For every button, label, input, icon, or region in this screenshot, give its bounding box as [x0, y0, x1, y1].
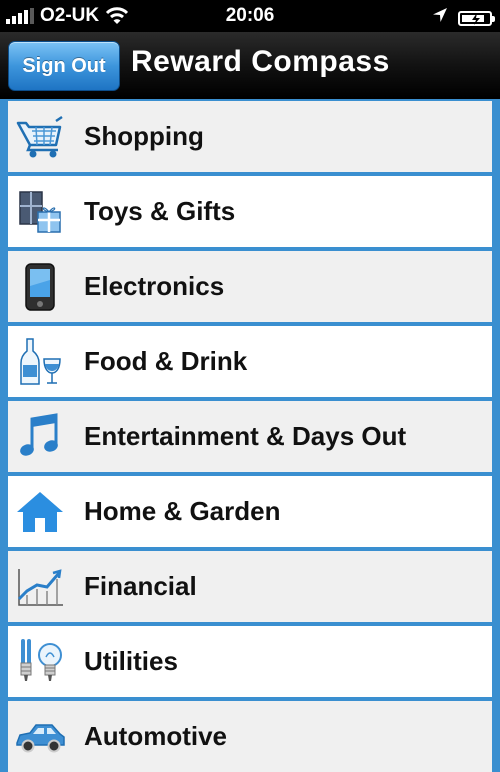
list-item-label: Electronics [84, 271, 225, 301]
list-item-electronics[interactable]: Electronics [8, 251, 492, 322]
sign-out-button[interactable]: Sign Out [8, 41, 120, 91]
music-note-icon [10, 407, 70, 467]
car-icon [10, 707, 70, 767]
charging-bolt-icon [472, 12, 480, 25]
list-item-financial[interactable]: Financial [8, 551, 492, 622]
list-item-label: Food & Drink [84, 346, 248, 376]
navigation-bar: Sign Out Reward Compass [0, 32, 500, 99]
graph-icon [10, 557, 70, 617]
battery-icon [458, 10, 495, 26]
list-item-home-garden[interactable]: Home & Garden [8, 476, 492, 547]
category-list: Shopping Toys & Gifts Electronics Food &… [0, 99, 500, 772]
list-item-food-drink[interactable]: Food & Drink [8, 326, 492, 397]
status-right [432, 7, 495, 29]
wine-icon [10, 332, 70, 392]
list-item-label: Home & Garden [84, 496, 281, 526]
list-item-label: Financial [84, 571, 197, 601]
clock: 20:06 [225, 5, 275, 26]
device-icon [10, 257, 70, 317]
gift-icon [10, 182, 70, 242]
shopping-cart-icon [10, 107, 70, 167]
light-bulb-icon [10, 632, 70, 692]
list-item-label: Entertainment & Days Out [84, 421, 407, 451]
list-item-toys-gifts[interactable]: Toys & Gifts [8, 176, 492, 247]
list-item-automotive[interactable]: Automotive [8, 701, 492, 772]
location-arrow-icon [432, 7, 448, 29]
list-item-label: Utilities [84, 646, 178, 676]
list-item-label: Automotive [84, 721, 227, 751]
list-item-entertainment[interactable]: Entertainment & Days Out [8, 401, 492, 472]
list-item-label: Toys & Gifts [84, 196, 236, 226]
list-item-shopping[interactable]: Shopping [8, 101, 492, 172]
house-icon [10, 482, 70, 542]
page-title: Reward Compass [131, 45, 390, 78]
list-item-label: Shopping [84, 121, 204, 151]
list-item-utilities[interactable]: Utilities [8, 626, 492, 697]
status-bar: O2-UK 20:06 [0, 0, 500, 32]
